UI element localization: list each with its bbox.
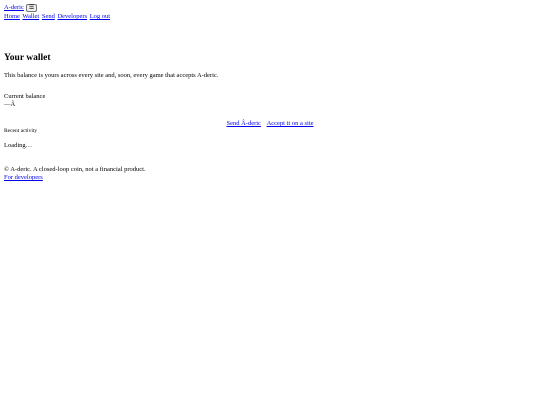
nav-link-send[interactable]: Send [42, 13, 55, 20]
balance-label: Current balance [4, 93, 46, 100]
main-nav: Home Wallet Send Developers Log out [4, 13, 536, 21]
activity-loading-text: Loading… [4, 142, 33, 149]
accept-on-site-link[interactable]: Accept it on a site [267, 120, 314, 127]
nav-link-developers[interactable]: Developers [57, 13, 87, 20]
page-title: Your wallet [4, 53, 51, 63]
nav-link-home[interactable]: Home [4, 13, 20, 20]
site-footer: © A-deric. A closed-loop coin, not a fin… [4, 166, 146, 182]
page: A-deric ☰ Home Wallet Send Developers Lo… [4, 3, 536, 181]
page-subtitle: This balance is yours across every site … [4, 72, 219, 79]
balance-section: Current balance —Ȃ [4, 93, 45, 109]
wallet-actions: Send Ȃ-deric Accept it on a site [4, 120, 536, 127]
brand-row: A-deric ☰ [4, 3, 536, 12]
nav-link-wallet[interactable]: Wallet [22, 13, 39, 20]
hamburger-menu-icon: ☰ [28, 3, 35, 11]
menu-toggle-button[interactable]: ☰ [25, 3, 38, 12]
brand-link[interactable]: A-deric [4, 4, 24, 11]
footer-developers-link[interactable]: For developers [4, 174, 43, 181]
recent-activity-heading: Recent activity [4, 128, 38, 134]
nav-link-logout[interactable]: Log out [90, 13, 110, 20]
footer-notice: © A-deric. A closed-loop coin, not a fin… [4, 166, 146, 173]
site-header: A-deric ☰ Home Wallet Send Developers Lo… [4, 3, 536, 21]
send-coin-link[interactable]: Send Ȃ-deric [226, 120, 260, 127]
balance-value: —Ȃ [4, 101, 16, 108]
